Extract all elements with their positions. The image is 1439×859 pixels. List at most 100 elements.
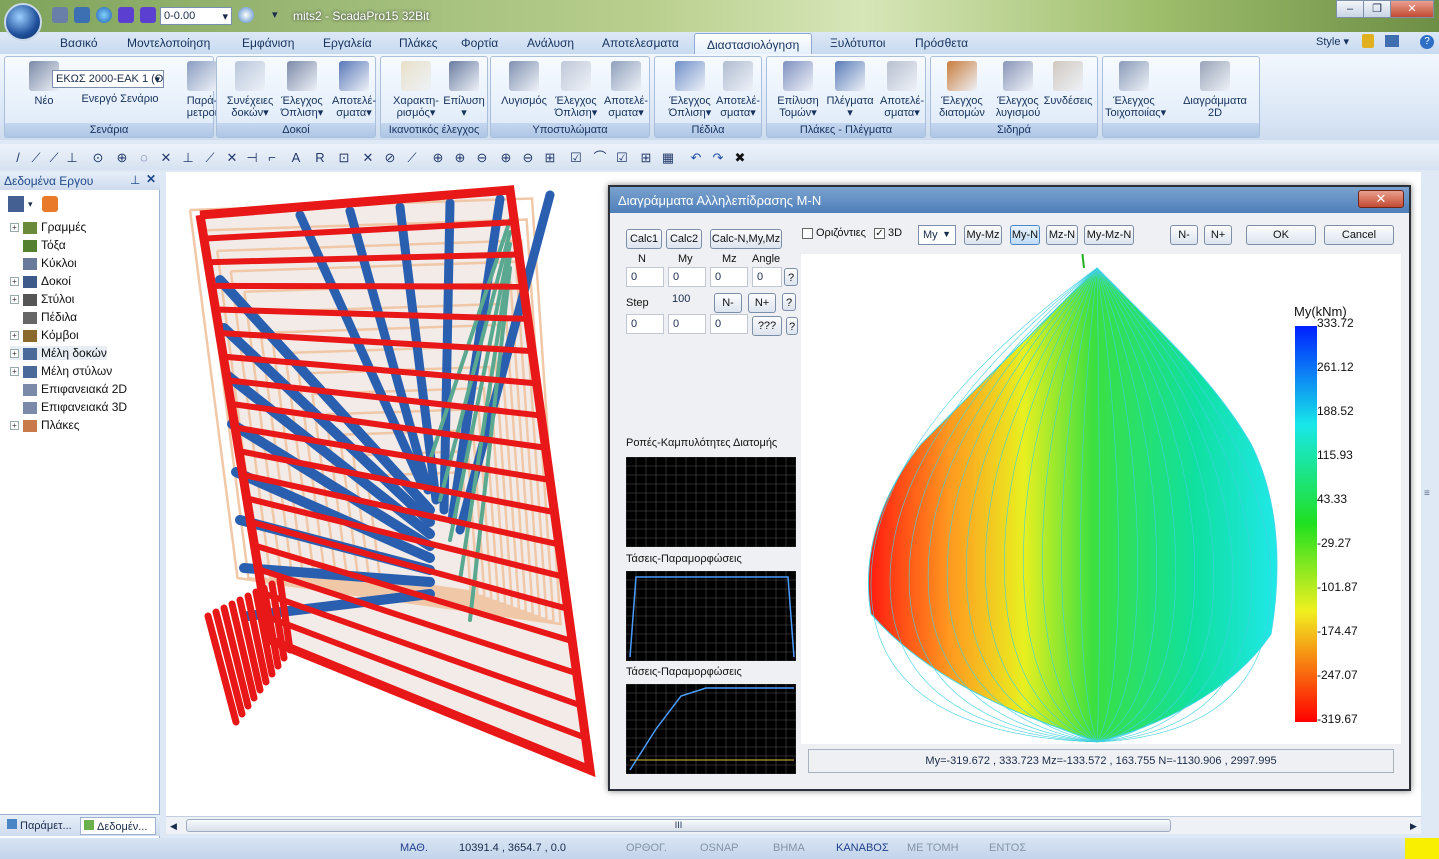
menu-tab-6[interactable]: Ανάλυση — [527, 36, 574, 50]
lock-icon[interactable]: ⊘ — [382, 150, 398, 166]
zoom-out-icon[interactable]: ⊖ — [474, 150, 490, 166]
status-section[interactable]: ΜΕ ΤΟΜΗ — [907, 842, 959, 854]
ribbon-button-6-0[interactable]: Έλεγχος διατομών — [933, 61, 991, 119]
ribbon-button-1-2[interactable]: Αποτελέ-σματα▾ — [325, 61, 383, 119]
polyline-icon[interactable]: ⟋ — [28, 150, 44, 166]
print-icon[interactable] — [52, 7, 68, 23]
matrix-icon[interactable]: ▦ — [660, 150, 676, 166]
my-field[interactable]: 0 — [668, 267, 706, 287]
list-icon[interactable] — [1385, 35, 1399, 47]
status-math[interactable]: ΜΑΘ. — [400, 842, 428, 854]
scroll-right-icon[interactable]: ▶ — [1410, 821, 1417, 832]
n-field-2[interactable]: 0 — [626, 314, 664, 334]
unknown-button[interactable]: ??? — [752, 316, 782, 336]
rel-icon[interactable]: R — [312, 150, 328, 166]
expand-icon[interactable]: + — [10, 277, 19, 287]
tree-item-6[interactable]: + Κόμβοι — [10, 328, 79, 342]
corner-icon[interactable]: ⌐ — [264, 150, 280, 166]
view-my-n-button[interactable]: My-N — [1010, 225, 1040, 245]
horizontal-checkbox[interactable]: Οριζόντιες — [802, 227, 866, 239]
ribbon-button-5-0[interactable]: Επίλυση Τομών▾ — [769, 61, 827, 119]
help-icon[interactable]: ? — [1420, 35, 1434, 49]
tree-item-7[interactable]: + Μέλη δοκών — [10, 346, 107, 360]
ribbon-button-1-1[interactable]: Έλεγχος Όπλιση▾ — [273, 61, 331, 119]
cross-icon[interactable]: ✕ — [158, 150, 174, 166]
ok-button[interactable]: OK — [1246, 225, 1316, 245]
ribbon-button-2-1[interactable]: Επίλυση ▾ — [435, 61, 493, 119]
ribbon-button-5-1[interactable]: Πλέγματα ▾ — [821, 61, 879, 119]
grid-icon[interactable]: ⊞ — [542, 150, 558, 166]
tree-item-0[interactable]: + Γραμμές — [10, 220, 86, 234]
tab-data[interactable]: Δεδομέν... — [80, 817, 156, 835]
style-menu[interactable]: Style ▾ — [1316, 35, 1349, 48]
line-icon[interactable]: / — [10, 150, 26, 166]
zoom-in-icon[interactable]: ⊕ — [430, 150, 446, 166]
baseline-icon[interactable]: ⊥ — [180, 150, 196, 166]
menu-tab-8[interactable]: Διαστασιολόγηση — [694, 33, 813, 56]
scroll-left-icon[interactable]: ◀ — [170, 821, 177, 832]
help-button-2[interactable]: ? — [782, 293, 796, 311]
status-inside[interactable]: ΕΝΤΟΣ — [989, 842, 1026, 854]
curve-icon[interactable]: ⌒ — [592, 150, 608, 166]
ribbon-button-1-0[interactable]: Συνέχειες δοκών▾ — [221, 61, 279, 119]
n-plus-button[interactable]: N+ — [1204, 225, 1232, 245]
chevron-down-icon[interactable]: ▾ — [28, 199, 33, 210]
ribbon-button-5-2[interactable]: Αποτελέ-σματα▾ — [873, 61, 931, 119]
tab-parameters[interactable]: Παράμετ... — [4, 817, 78, 835]
down-arrow-icon[interactable] — [140, 7, 156, 23]
tree-item-1[interactable]: Τόξα — [10, 238, 66, 252]
up-arrow-icon[interactable] — [118, 7, 134, 23]
snap-box-icon[interactable]: ⊡ — [336, 150, 352, 166]
ribbon-button-7-1[interactable]: Διαγράμματα 2D — [1177, 61, 1253, 119]
menu-tab-0[interactable]: Βασικό — [60, 36, 98, 50]
pen-icon[interactable]: ⟋ — [404, 150, 420, 166]
close-panel-icon[interactable]: ✕ — [146, 172, 156, 186]
ribbon-button-4-1[interactable]: Αποτελέ-σματα▾ — [709, 61, 767, 119]
menu-tab-4[interactable]: Πλάκες — [399, 36, 438, 50]
eye-icon[interactable] — [238, 7, 254, 23]
ribbon-button-7-0[interactable]: Έλεγχος Τοιχοποιίας▾ — [1105, 61, 1166, 119]
tree-item-4[interactable]: + Στύλοι — [10, 292, 74, 306]
lock-icon[interactable] — [1362, 34, 1374, 48]
n-plus-step-button[interactable]: N+ — [748, 293, 776, 313]
ribbon-button-6-2[interactable]: Συνδέσεις — [1039, 61, 1097, 107]
center-icon[interactable]: ⊕ — [114, 150, 130, 166]
expand-icon[interactable]: + — [10, 223, 19, 233]
table-icon[interactable]: ⊞ — [638, 150, 654, 166]
calc1-button[interactable]: Calc1 — [626, 229, 662, 249]
level-select[interactable]: 0-0.00 ▾ — [160, 7, 232, 25]
my-field-2[interactable]: 0 — [668, 314, 706, 334]
interaction-surface-plot[interactable]: My(kNm) 333.72 261.12 188.52 115.93 43.33 -29… — [801, 249, 1401, 744]
menu-tab-3[interactable]: Εργαλεία — [323, 36, 372, 50]
ribbon-button-3-2[interactable]: Αποτελέ-σματα▾ — [597, 61, 655, 119]
view-my-mz-button[interactable]: My-Mz — [964, 225, 1002, 245]
menu-tab-7[interactable]: Αποτελεσματα — [602, 36, 679, 50]
close-button[interactable]: ✕ — [1390, 0, 1434, 18]
expand-icon[interactable]: + — [10, 349, 19, 359]
status-osnap[interactable]: OSNAP — [700, 842, 739, 854]
calc-n-my-mz-button[interactable]: Calc-N,My,Mz — [710, 229, 782, 249]
menu-tab-1[interactable]: Μοντελοποίηση — [127, 36, 210, 50]
globe-icon[interactable] — [96, 7, 112, 23]
menu-tab-9[interactable]: Ξυλότυποι — [830, 36, 885, 50]
tree-item-3[interactable]: + Δοκοί — [10, 274, 71, 288]
menu-tab-2[interactable]: Εμφάνιση — [242, 36, 294, 50]
dimension-icon[interactable]: ⊣ — [244, 150, 260, 166]
view-mz-n-button[interactable]: Mz-N — [1046, 225, 1078, 245]
rotate-icon[interactable]: ◌ — [136, 150, 152, 166]
horizontal-scrollbar[interactable]: ◀ III ▶ — [166, 816, 1421, 834]
checklist-icon[interactable]: ☑ — [614, 150, 630, 166]
ribbon-button-0-1[interactable]: Ενεργό Σενάριο — [65, 93, 175, 105]
help-button-1[interactable]: ? — [784, 268, 798, 286]
mz-field[interactable]: 0 — [710, 267, 748, 287]
dialog-close-button[interactable]: ✕ — [1358, 190, 1404, 208]
arc-icon[interactable]: ⟋ — [46, 150, 62, 166]
status-step[interactable]: ΒΗΜΑ — [773, 842, 805, 854]
undo-icon[interactable]: ↶ — [688, 150, 704, 166]
n-minus-button[interactable]: N- — [1170, 225, 1198, 245]
step-field[interactable]: 100 — [668, 290, 706, 310]
tree-item-5[interactable]: Πέδιλα — [10, 310, 77, 324]
axis-select[interactable]: My ▼ — [918, 225, 956, 245]
abs-icon[interactable]: A — [288, 150, 304, 166]
minimize-button[interactable]: – — [1336, 0, 1364, 18]
